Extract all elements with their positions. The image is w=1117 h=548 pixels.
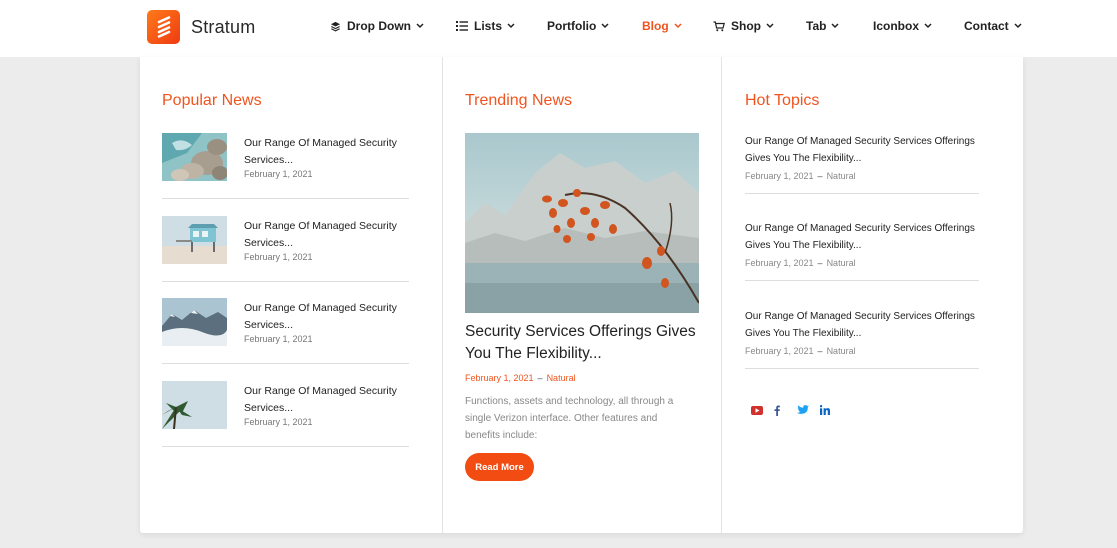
main-nav: Drop Down Lists Portfolio Blog Shop Tab … bbox=[0, 0, 1117, 57]
chevron-down-icon bbox=[766, 23, 774, 29]
chevron-down-icon bbox=[924, 23, 932, 29]
nav-item-shop[interactable]: Shop bbox=[713, 19, 774, 33]
popular-news-date: February 1, 2021 bbox=[244, 417, 313, 427]
hot-topic-date: February 1, 2021 bbox=[745, 258, 814, 268]
divider bbox=[162, 363, 409, 364]
facebook-icon[interactable] bbox=[774, 403, 797, 417]
hot-topic-meta: February 1, 2021– Natural bbox=[745, 171, 856, 181]
snowy-mountains-image[interactable] bbox=[162, 298, 227, 346]
nav-item-contact[interactable]: Contact bbox=[964, 19, 1022, 33]
nav-item-drop-down[interactable]: Drop Down bbox=[330, 19, 424, 33]
list-icon bbox=[456, 21, 468, 31]
chevron-down-icon bbox=[1014, 23, 1022, 29]
trending-post-meta: February 1, 2021– Natural bbox=[465, 373, 576, 383]
divider bbox=[745, 280, 979, 281]
social-links bbox=[751, 403, 843, 417]
hot-topic-item[interactable]: Our Range Of Managed Security Services O… bbox=[745, 308, 979, 396]
layers-icon bbox=[330, 21, 341, 32]
trending-news-heading: Trending News bbox=[465, 92, 573, 109]
rocky-shore-image[interactable] bbox=[162, 133, 227, 181]
palm-tree-image[interactable] bbox=[162, 381, 227, 429]
hot-topic-meta: February 1, 2021– Natural bbox=[745, 346, 856, 356]
hot-topic-category[interactable]: Natural bbox=[827, 346, 856, 356]
hot-topic-meta: February 1, 2021– Natural bbox=[745, 258, 856, 268]
divider bbox=[745, 193, 979, 194]
hot-topic-category[interactable]: Natural bbox=[827, 258, 856, 268]
linkedin-icon[interactable] bbox=[820, 403, 843, 417]
nav-item-lists[interactable]: Lists bbox=[456, 19, 515, 33]
popular-news-item[interactable]: Our Range Of Managed Security Services..… bbox=[162, 133, 409, 216]
popular-news-date: February 1, 2021 bbox=[244, 252, 313, 262]
nav-item-blog[interactable]: Blog bbox=[642, 19, 682, 33]
site-header: Stratum Drop Down Lists Portfolio Blog S… bbox=[0, 0, 1117, 57]
chevron-down-icon bbox=[507, 23, 515, 29]
hot-topic-title[interactable]: Our Range Of Managed Security Services O… bbox=[745, 133, 979, 167]
chevron-down-icon bbox=[601, 23, 609, 29]
blog-mega-menu: Popular News Our Range Of Managed Securi… bbox=[140, 57, 1023, 533]
read-more-button[interactable]: Read More bbox=[465, 453, 534, 481]
trending-post-date: February 1, 2021 bbox=[465, 373, 534, 383]
popular-news-heading: Popular News bbox=[162, 92, 262, 109]
popular-news-date: February 1, 2021 bbox=[244, 334, 313, 344]
trending-post-title[interactable]: Security Services Offerings Gives You Th… bbox=[465, 321, 705, 365]
popular-news-item[interactable]: Our Range Of Managed Security Services..… bbox=[162, 381, 409, 464]
lifeguard-hut-image[interactable] bbox=[162, 216, 227, 264]
hot-topic-title[interactable]: Our Range Of Managed Security Services O… bbox=[745, 220, 979, 254]
divider bbox=[162, 281, 409, 282]
popular-news-item[interactable]: Our Range Of Managed Security Services..… bbox=[162, 298, 409, 381]
autumn-branch-lake-image[interactable] bbox=[465, 133, 699, 313]
divider bbox=[162, 446, 409, 447]
trending-post-excerpt: Functions, assets and technology, all th… bbox=[465, 396, 674, 441]
column-divider bbox=[442, 57, 443, 533]
hot-topic-item[interactable]: Our Range Of Managed Security Services O… bbox=[745, 133, 979, 221]
hot-topic-item[interactable]: Our Range Of Managed Security Services O… bbox=[745, 220, 979, 308]
popular-news-title[interactable]: Our Range Of Managed Security Services..… bbox=[244, 383, 404, 417]
popular-news-title[interactable]: Our Range Of Managed Security Services..… bbox=[244, 135, 404, 169]
trending-post-category[interactable]: Natural bbox=[547, 373, 576, 383]
nav-item-tab[interactable]: Tab bbox=[806, 19, 839, 33]
cart-icon bbox=[713, 20, 725, 32]
chevron-down-icon bbox=[831, 23, 839, 29]
divider bbox=[162, 198, 409, 199]
chevron-down-icon bbox=[416, 23, 424, 29]
twitter-icon[interactable] bbox=[797, 403, 820, 417]
hot-topic-title[interactable]: Our Range Of Managed Security Services O… bbox=[745, 308, 979, 342]
popular-news-title[interactable]: Our Range Of Managed Security Services..… bbox=[244, 218, 404, 252]
hot-topics-heading: Hot Topics bbox=[745, 92, 820, 109]
popular-news-title[interactable]: Our Range Of Managed Security Services..… bbox=[244, 300, 404, 334]
chevron-down-icon bbox=[674, 23, 682, 29]
hot-topic-category[interactable]: Natural bbox=[827, 171, 856, 181]
popular-news-date: February 1, 2021 bbox=[244, 169, 313, 179]
popular-news-item[interactable]: Our Range Of Managed Security Services..… bbox=[162, 216, 409, 299]
divider bbox=[745, 368, 979, 369]
youtube-icon[interactable] bbox=[751, 403, 774, 417]
nav-item-iconbox[interactable]: Iconbox bbox=[873, 19, 932, 33]
hot-topic-date: February 1, 2021 bbox=[745, 171, 814, 181]
nav-item-portfolio[interactable]: Portfolio bbox=[547, 19, 609, 33]
column-divider bbox=[721, 57, 722, 533]
hot-topic-date: February 1, 2021 bbox=[745, 346, 814, 356]
